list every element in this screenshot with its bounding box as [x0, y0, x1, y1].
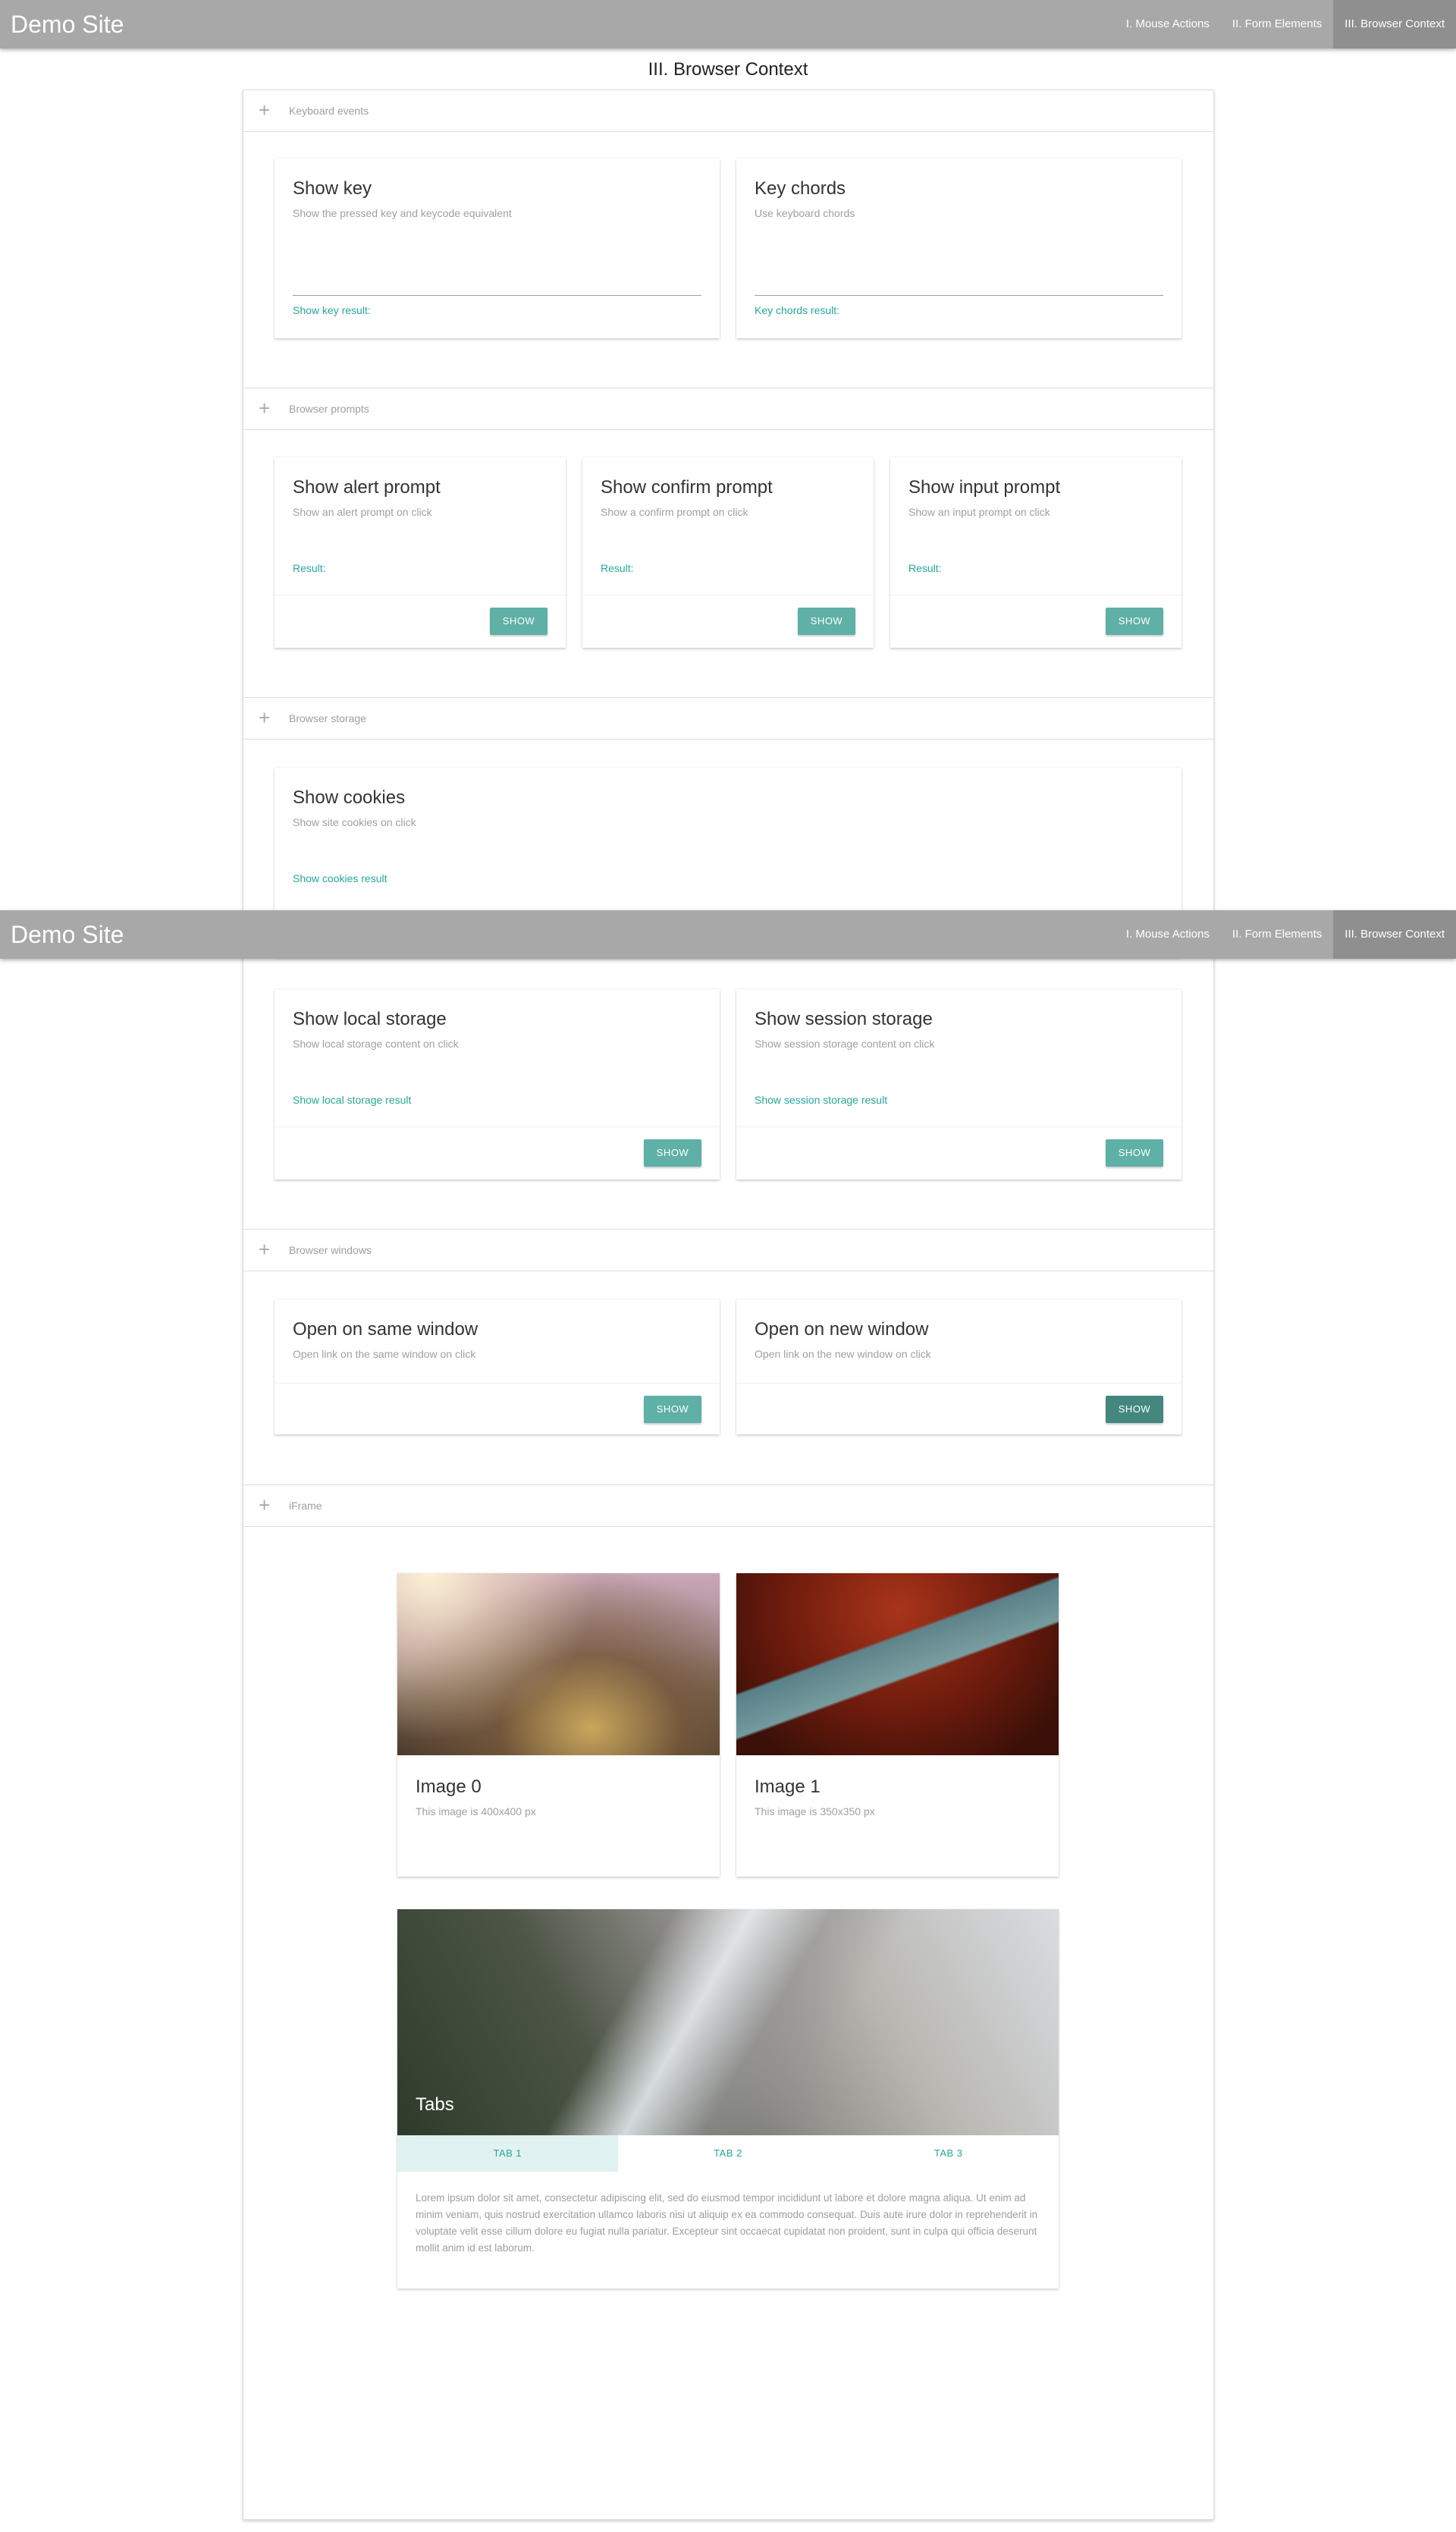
alert-prompt-card: Show alert prompt Show an alert prompt o… — [275, 457, 566, 648]
card-title: Open on new window — [755, 1319, 929, 1340]
section-header-label: Keyboard events — [289, 105, 369, 117]
card-description: Show an input prompt on click — [908, 506, 1050, 518]
show-input-button[interactable]: SHOW — [1106, 608, 1163, 635]
tab-1[interactable]: TAB 1 — [397, 2135, 618, 2172]
plus-icon: + — [259, 397, 271, 419]
card-title: Show local storage — [293, 1009, 447, 1029]
card-title: Open on same window — [293, 1319, 479, 1340]
card-title: Show cookies — [293, 787, 406, 808]
section-header-label: Browser prompts — [289, 403, 369, 415]
session-storage-result: Show session storage result — [755, 1094, 888, 1106]
key-chords-result: Key chords result: — [755, 304, 840, 316]
section-header-label: Browser storage — [289, 712, 366, 724]
nav-links: I. Mouse Actions II. Form Elements III. … — [1115, 0, 1456, 49]
tab-bar: TAB 1 TAB 2 TAB 3 — [397, 2135, 1059, 2172]
nav-link-browser-context[interactable]: III. Browser Context — [1333, 0, 1456, 49]
mountain-image — [397, 1909, 1059, 2135]
session-storage-card: Show session storage Show session storag… — [736, 989, 1181, 1180]
open-same-window-button[interactable]: SHOW — [644, 1396, 701, 1423]
card-divider — [736, 1383, 1181, 1384]
card-divider — [736, 1126, 1181, 1127]
nav-link-mouse-actions[interactable]: I. Mouse Actions — [1115, 910, 1221, 959]
key-input-field[interactable] — [293, 295, 701, 296]
plus-icon: + — [259, 706, 271, 729]
tabs-card-title: Tabs — [416, 2094, 454, 2115]
nav-link-mouse-actions[interactable]: I. Mouse Actions — [1115, 0, 1221, 49]
card-description: Show session storage content on click — [755, 1038, 935, 1050]
nav-link-form-elements[interactable]: II. Form Elements — [1221, 0, 1333, 49]
card-description: Show a confirm prompt on click — [601, 506, 748, 518]
local-storage-card: Show local storage Show local storage co… — [275, 989, 720, 1180]
card-divider — [275, 1383, 720, 1384]
image-card-1: Image 1 This image is 350x350 px — [736, 1573, 1059, 1877]
section-header-browser-windows[interactable]: + Browser windows — [243, 1229, 1213, 1271]
site-brand[interactable]: Demo Site — [11, 910, 124, 959]
card-title: Show session storage — [755, 1009, 933, 1029]
sticky-navbar: Demo Site I. Mouse Actions II. Form Elem… — [0, 910, 1456, 959]
tab-2[interactable]: TAB 2 — [618, 2135, 839, 2172]
same-window-card: Open on same window Open link on the sam… — [275, 1299, 720, 1434]
section-header-keyboard-events[interactable]: + Keyboard events — [243, 90, 1213, 132]
card-title: Show key — [293, 178, 372, 199]
plus-icon: + — [259, 99, 271, 121]
page-title: III. Browser Context — [648, 59, 808, 80]
open-new-window-button[interactable]: SHOW — [1106, 1396, 1163, 1423]
nav-link-browser-context[interactable]: III. Browser Context — [1333, 910, 1456, 959]
key-chords-card: Key chords Use keyboard chords Key chord… — [736, 159, 1181, 338]
confirm-result: Result: — [601, 562, 634, 574]
plus-icon: + — [259, 1494, 271, 1516]
card-description: Show local storage content on click — [293, 1038, 459, 1050]
nav-links: I. Mouse Actions II. Form Elements III. … — [1115, 910, 1456, 959]
card-description: This image is 350x350 px — [755, 1805, 875, 1817]
cactus-image — [397, 1573, 720, 1755]
card-title: Show input prompt — [908, 477, 1061, 498]
image-card-0: Image 0 This image is 400x400 px — [397, 1573, 720, 1877]
show-confirm-button[interactable]: SHOW — [798, 608, 855, 635]
card-title: Image 1 — [755, 1776, 821, 1797]
section-header-label: iFrame — [289, 1500, 322, 1512]
show-session-storage-button[interactable]: SHOW — [1106, 1139, 1163, 1167]
tab-content-text: Lorem ipsum dolor sit amet, consectetur … — [416, 2192, 1038, 2254]
show-key-card: Show key Show the pressed key and keycod… — [275, 159, 720, 338]
card-description: Use keyboard chords — [755, 207, 855, 219]
card-description: Open link on the same window on click — [293, 1348, 476, 1360]
plus-icon: + — [259, 1238, 271, 1261]
card-title: Show alert prompt — [293, 477, 441, 498]
section-header-browser-storage[interactable]: + Browser storage — [243, 697, 1213, 740]
top-navbar: Demo Site I. Mouse Actions II. Form Elem… — [0, 0, 1456, 49]
card-title: Show confirm prompt — [601, 477, 773, 498]
tabs-card: Tabs TAB 1 TAB 2 TAB 3 Lorem ipsum dolor… — [397, 1909, 1059, 2289]
card-description: Show the pressed key and keycode equival… — [293, 207, 512, 219]
key-chords-input-field[interactable] — [755, 295, 1163, 296]
card-description: Show site cookies on click — [293, 816, 416, 828]
nav-link-form-elements[interactable]: II. Form Elements — [1221, 910, 1333, 959]
section-header-iframe[interactable]: + iFrame — [243, 1484, 1213, 1527]
input-result: Result: — [908, 562, 942, 574]
site-brand[interactable]: Demo Site — [11, 0, 124, 49]
card-description: Show an alert prompt on click — [293, 506, 432, 518]
card-title: Key chords — [755, 178, 846, 199]
confirm-prompt-card: Show confirm prompt Show a confirm promp… — [582, 457, 874, 648]
cookies-result: Show cookies result — [293, 872, 388, 884]
card-description: This image is 400x400 px — [416, 1805, 536, 1817]
new-window-card: Open on new window Open link on the new … — [736, 1299, 1181, 1434]
local-storage-result: Show local storage result — [293, 1094, 412, 1106]
alert-result: Result: — [293, 562, 326, 574]
card-title: Image 0 — [416, 1776, 482, 1797]
show-alert-button[interactable]: SHOW — [490, 608, 548, 635]
show-local-storage-button[interactable]: SHOW — [644, 1139, 701, 1167]
card-description: Open link on the new window on click — [755, 1348, 931, 1360]
bench-image — [736, 1573, 1059, 1755]
show-key-result: Show key result: — [293, 304, 371, 316]
input-prompt-card: Show input prompt Show an input prompt o… — [890, 457, 1181, 648]
tab-3[interactable]: TAB 3 — [838, 2135, 1059, 2172]
section-header-label: Browser windows — [289, 1244, 372, 1256]
section-header-browser-prompts[interactable]: + Browser prompts — [243, 388, 1213, 430]
card-divider — [275, 1126, 720, 1127]
